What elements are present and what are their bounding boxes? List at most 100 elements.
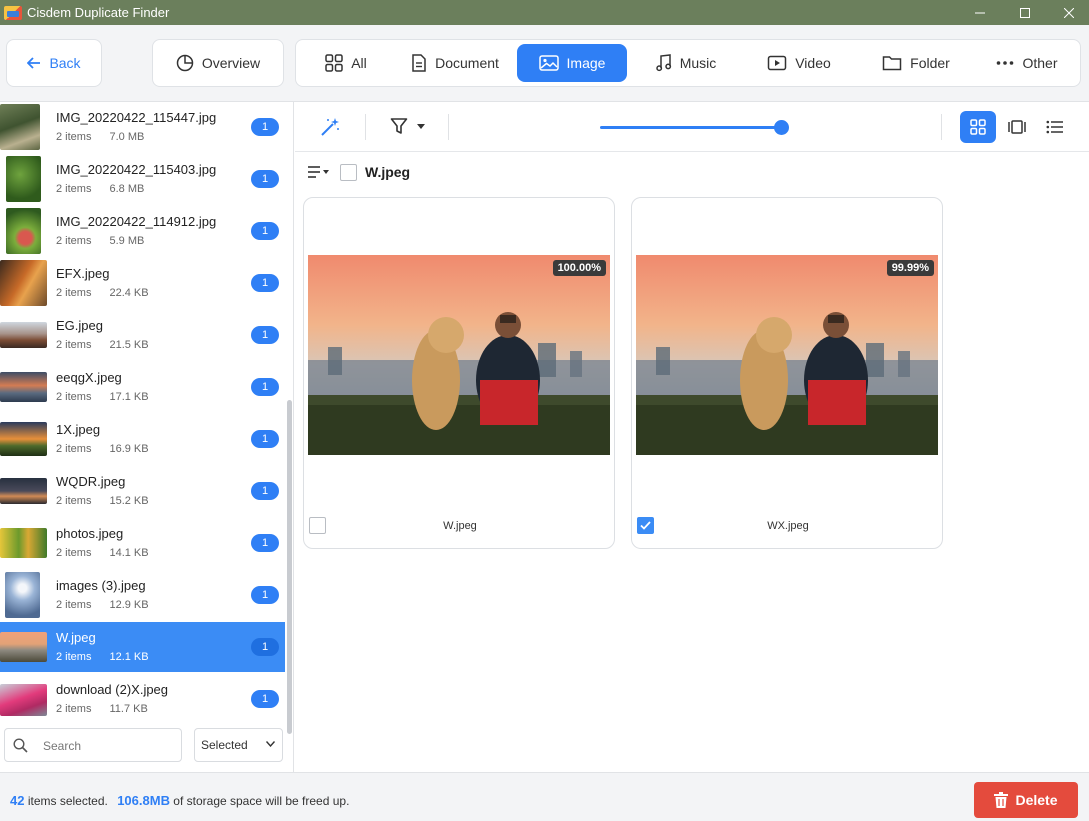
compare-view-button[interactable] [999, 111, 1035, 143]
selection-summary: 42 items selected. 106.8MB of storage sp… [10, 793, 349, 808]
group-meta: 2 items 17.1 KB [56, 391, 149, 403]
group-name: 1X.jpeg [56, 422, 101, 437]
filter-icon [390, 118, 408, 134]
group-name: photos.jpeg [56, 526, 124, 541]
document-icon [412, 54, 426, 72]
tab-video-label: Video [795, 55, 831, 71]
count-badge: 1 [251, 326, 279, 344]
list-item[interactable]: WQDR.jpeg 2 items 15.2 KB 1 [0, 466, 285, 516]
select-group-checkbox[interactable] [340, 163, 357, 181]
tab-other[interactable]: Other [987, 44, 1067, 82]
grid-icon [325, 54, 343, 72]
list-item[interactable]: IMG_20220422_115447.jpg 2 items 7.0 MB 1 [0, 102, 285, 152]
close-button[interactable] [1046, 0, 1089, 25]
freed-space-label: of storage space will be freed up. [173, 794, 350, 808]
tab-all-label: All [351, 55, 367, 71]
group-meta: 2 items 7.0 MB [56, 131, 145, 143]
filter-select[interactable]: Selected [194, 728, 283, 762]
back-button[interactable]: Back [6, 39, 102, 87]
count-badge: 1 [251, 170, 279, 188]
filter-button[interactable] [390, 117, 425, 135]
similarity-badge: 99.99% [886, 260, 934, 276]
minimize-button[interactable] [957, 0, 1003, 25]
tab-music[interactable]: Music [646, 44, 726, 82]
group-meta: 2 items 16.9 KB [56, 443, 149, 455]
status-footer: 42 items selected. 106.8MB of storage sp… [0, 772, 1089, 821]
thumbnail-image [0, 422, 47, 456]
group-meta: 2 items 22.4 KB [56, 287, 149, 299]
tab-all[interactable]: All [310, 44, 382, 82]
list-item[interactable]: W.jpeg 2 items 12.1 KB 1 [0, 622, 285, 672]
count-badge: 1 [251, 118, 279, 136]
thumbnail-image [0, 372, 47, 402]
tab-image-label: Image [566, 55, 606, 71]
toolbar-divider [941, 114, 942, 140]
thumbnail-image [0, 104, 40, 150]
list-item[interactable]: images (3).jpeg 2 items 12.9 KB 1 [0, 570, 285, 620]
filter-select-value: Selected [201, 738, 248, 752]
tab-image[interactable]: Image [517, 44, 627, 82]
maximize-button[interactable] [1002, 0, 1048, 25]
search-input[interactable] [43, 736, 173, 756]
search-box[interactable] [4, 728, 182, 762]
list-item[interactable]: download (2)X.jpeg 2 items 11.7 KB 1 [0, 674, 285, 716]
group-header: W.jpeg [307, 162, 410, 182]
main-toolbar [295, 102, 1089, 152]
group-meta: 2 items 12.1 KB [56, 651, 149, 663]
sidebar-scrollbar[interactable] [287, 400, 292, 734]
slider-handle[interactable] [774, 120, 789, 135]
thumbnail-image [0, 632, 47, 662]
list-item[interactable]: EFX.jpeg 2 items 22.4 KB 1 [0, 258, 285, 308]
video-icon [767, 55, 787, 71]
delete-label: Delete [1015, 792, 1058, 808]
group-name: IMG_20220422_115403.jpg [56, 162, 217, 177]
group-name: IMG_20220422_114912.jpg [56, 214, 217, 229]
magic-wand-icon[interactable] [319, 116, 341, 141]
list-item[interactable]: eeqgX.jpeg 2 items 17.1 KB 1 [0, 362, 285, 412]
duplicate-group-list[interactable]: IMG_20220422_115447.jpg 2 items 7.0 MB 1 … [0, 102, 286, 716]
duplicate-groups-sidebar: IMG_20220422_115447.jpg 2 items 7.0 MB 1 … [0, 102, 294, 772]
count-badge: 1 [251, 222, 279, 240]
list-item[interactable]: 1X.jpeg 2 items 16.9 KB 1 [0, 414, 285, 464]
selected-label: items selected. [27, 794, 108, 808]
group-name: eeqgX.jpeg [56, 370, 122, 385]
thumbnail-image [6, 156, 41, 202]
search-icon [13, 738, 28, 753]
preview-image: 100.00% [308, 255, 610, 455]
count-badge: 1 [251, 274, 279, 292]
thumbnail-image [6, 208, 41, 254]
tab-video[interactable]: Video [759, 44, 839, 82]
list-item[interactable]: photos.jpeg 2 items 14.1 KB 1 [0, 518, 285, 568]
toolbar-divider [448, 114, 449, 140]
caret-down-icon [417, 123, 425, 129]
thumbnail-image [0, 528, 47, 558]
overview-button[interactable]: Overview [152, 39, 284, 87]
tab-folder-label: Folder [910, 55, 950, 71]
delete-button[interactable]: Delete [974, 782, 1078, 818]
tab-document[interactable]: Document [402, 44, 508, 82]
list-view-button[interactable] [1037, 111, 1073, 143]
main-panel: W.jpeg 100.00% W.jpeg 99.99% WX.jpeg [295, 102, 1089, 772]
file-name: WX.jpeg [767, 520, 809, 532]
top-toolbar: Back Overview All Document Image Music V… [0, 25, 1089, 102]
preview-image: 99.99% [636, 255, 938, 455]
thumbnail-image [0, 478, 47, 504]
group-meta: 2 items 21.5 KB [56, 339, 149, 351]
group-name: download (2)X.jpeg [56, 682, 169, 697]
list-item[interactable]: IMG_20220422_115403.jpg 2 items 6.8 MB 1 [0, 154, 285, 204]
group-name: EFX.jpeg [56, 266, 110, 281]
list-item[interactable]: EG.jpeg 2 items 21.5 KB 1 [0, 310, 285, 360]
list-item[interactable]: IMG_20220422_114912.jpg 2 items 5.9 MB 1 [0, 206, 285, 256]
duplicate-card[interactable]: 99.99% WX.jpeg [631, 197, 943, 549]
sort-menu-icon[interactable] [307, 164, 331, 180]
music-note-icon [655, 54, 671, 72]
grid-view-button[interactable] [960, 111, 996, 143]
count-badge: 1 [251, 430, 279, 448]
duplicate-card[interactable]: 100.00% W.jpeg [303, 197, 615, 549]
category-tabs: All Document Image Music Video Folder Ot… [295, 39, 1081, 87]
thumbnail-size-slider[interactable] [600, 126, 783, 129]
title-bar: Cisdem Duplicate Finder [0, 0, 1089, 25]
thumbnail-image [5, 572, 40, 618]
similarity-badge: 100.00% [552, 260, 606, 276]
tab-folder[interactable]: Folder [874, 44, 958, 82]
